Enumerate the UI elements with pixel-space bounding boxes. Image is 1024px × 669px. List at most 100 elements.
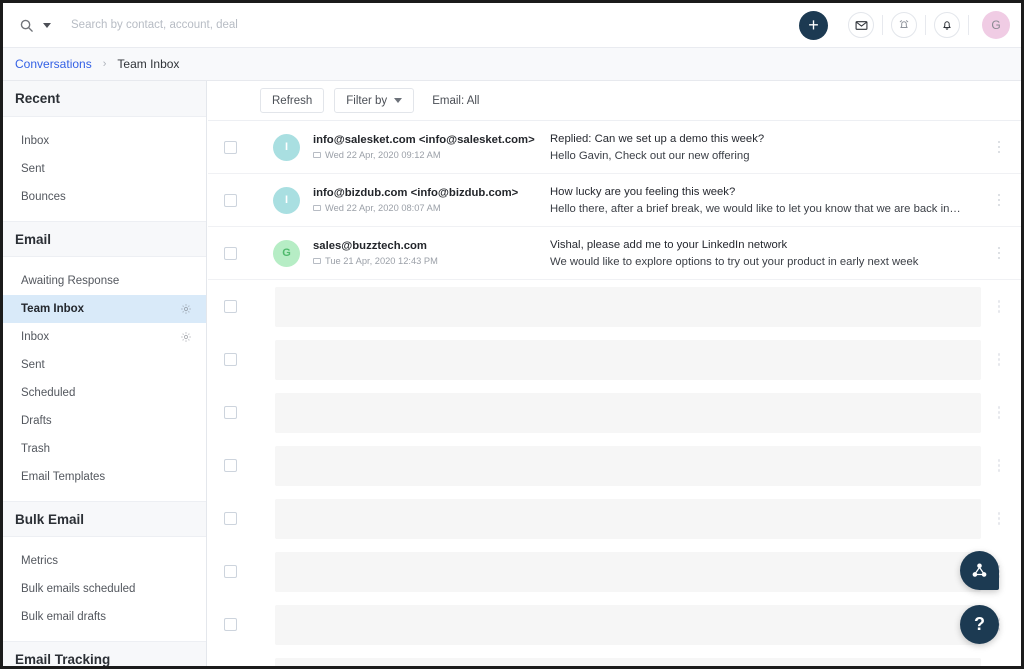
network-nodes-icon xyxy=(970,561,989,580)
global-search[interactable] xyxy=(3,18,799,33)
sidebar-item-inbox[interactable]: Inbox xyxy=(3,323,206,351)
sidebar-item-label: Bounces xyxy=(21,191,66,203)
filter-by-label: Filter by xyxy=(346,95,387,107)
message-column: How lucky are you feeling this week?Hell… xyxy=(550,186,991,215)
dot xyxy=(998,411,1001,414)
sidebar-item-bulk-email-drafts[interactable]: Bulk email drafts xyxy=(3,603,206,631)
notifications-button[interactable] xyxy=(934,12,960,38)
row-menu-button[interactable] xyxy=(991,247,1007,260)
email-row[interactable]: Gsales@buzztech.comTue 21 Apr, 2020 12:4… xyxy=(208,227,1021,280)
row-checkbox[interactable] xyxy=(224,353,237,366)
sidebar-item-label: Metrics xyxy=(21,555,58,567)
email-preview: We would like to explore options to try … xyxy=(550,256,961,268)
breadcrumb-parent-link[interactable]: Conversations xyxy=(15,57,92,71)
search-input[interactable] xyxy=(69,18,489,32)
top-bar: + G xyxy=(3,3,1021,48)
email-preview: Hello Gavin, Check out our new offering xyxy=(550,150,961,162)
dot xyxy=(998,416,1001,419)
row-checkbox[interactable] xyxy=(224,618,237,631)
user-avatar[interactable]: G xyxy=(982,11,1010,39)
skeleton-row xyxy=(208,280,1021,333)
sidebar-item-team-inbox[interactable]: Team Inbox xyxy=(3,295,206,323)
message-column: Replied: Can we set up a demo this week?… xyxy=(550,133,991,162)
chevron-down-icon xyxy=(394,98,402,103)
date-text: Tue 21 Apr, 2020 12:43 PM xyxy=(325,256,438,266)
sender-address: info@salesket.com <info@salesket.com> xyxy=(313,134,538,146)
dot xyxy=(998,459,1001,462)
sidebar-item-bulk-emails-scheduled[interactable]: Bulk emails scheduled xyxy=(3,575,206,603)
sidebar: RecentInboxSentBouncesEmailAwaiting Resp… xyxy=(3,81,207,666)
compose-email-button[interactable] xyxy=(848,12,874,38)
sidebar-item-awaiting-response[interactable]: Awaiting Response xyxy=(3,267,206,295)
row-menu-button[interactable] xyxy=(991,406,1007,419)
sidebar-item-sent[interactable]: Sent xyxy=(3,351,206,379)
sidebar-item-label: Team Inbox xyxy=(21,303,84,315)
dot xyxy=(998,300,1001,303)
row-checkbox[interactable] xyxy=(224,300,237,313)
dot xyxy=(998,469,1001,472)
dot xyxy=(998,305,1001,308)
gear-icon[interactable] xyxy=(180,331,192,343)
breadcrumb: Conversations › Team Inbox xyxy=(3,48,1021,81)
envelope-icon xyxy=(313,152,321,158)
dot xyxy=(998,194,1001,197)
sidebar-spacer xyxy=(3,491,206,501)
row-checkbox[interactable] xyxy=(224,141,237,154)
search-scope-chevron-down-icon[interactable] xyxy=(43,23,51,28)
row-checkbox[interactable] xyxy=(224,459,237,472)
row-menu-button[interactable] xyxy=(991,512,1007,525)
breadcrumb-current: Team Inbox xyxy=(117,57,179,71)
sidebar-item-label: Inbox xyxy=(21,331,49,343)
dot xyxy=(998,151,1001,154)
filter-by-button[interactable]: Filter by xyxy=(334,88,414,113)
row-date: Wed 22 Apr, 2020 09:12 AM xyxy=(313,150,538,160)
row-menu-button[interactable] xyxy=(991,141,1007,154)
row-menu-button[interactable] xyxy=(991,353,1007,366)
row-menu-button[interactable] xyxy=(991,300,1007,313)
chat-widget-button[interactable] xyxy=(960,551,999,590)
email-list: Iinfo@salesket.com <info@salesket.com> We… xyxy=(208,121,1021,666)
dot xyxy=(998,199,1001,202)
dot xyxy=(998,252,1001,255)
sidebar-spacer xyxy=(3,211,206,221)
gear-icon[interactable] xyxy=(180,303,192,315)
row-checkbox[interactable] xyxy=(224,565,237,578)
toolbar-divider xyxy=(882,15,883,35)
email-row[interactable]: Iinfo@salesket.com <info@salesket.com>We… xyxy=(208,121,1021,174)
sidebar-item-trash[interactable]: Trash xyxy=(3,435,206,463)
alarm-button[interactable] xyxy=(891,12,917,38)
help-button[interactable]: ? xyxy=(960,605,999,644)
sidebar-item-inbox[interactable]: Inbox xyxy=(3,127,206,155)
dot xyxy=(998,353,1001,356)
alarm-icon xyxy=(898,19,910,31)
skeleton-row xyxy=(208,598,1021,651)
sender-address: sales@buzztech.com xyxy=(313,240,538,252)
sidebar-item-label: Awaiting Response xyxy=(21,275,119,287)
sidebar-item-label: Scheduled xyxy=(21,387,75,399)
email-subject: Vishal, please add me to your LinkedIn n… xyxy=(550,239,961,251)
dot xyxy=(998,257,1001,260)
sidebar-item-label: Email Templates xyxy=(21,471,105,483)
skeleton-row xyxy=(208,439,1021,492)
sidebar-spacer xyxy=(3,117,206,127)
row-menu-button[interactable] xyxy=(991,194,1007,207)
sidebar-item-label: Inbox xyxy=(21,135,49,147)
email-row[interactable]: Iinfo@bizdub.com <info@bizdub.com>Wed 22… xyxy=(208,174,1021,227)
message-column: Vishal, please add me to your LinkedIn n… xyxy=(550,239,991,268)
sidebar-item-email-templates[interactable]: Email Templates xyxy=(3,463,206,491)
row-menu-button[interactable] xyxy=(991,459,1007,472)
sidebar-item-scheduled[interactable]: Scheduled xyxy=(3,379,206,407)
row-date: Tue 21 Apr, 2020 12:43 PM xyxy=(313,256,538,266)
row-checkbox[interactable] xyxy=(224,406,237,419)
sidebar-item-bounces[interactable]: Bounces xyxy=(3,183,206,211)
sidebar-item-metrics[interactable]: Metrics xyxy=(3,547,206,575)
row-checkbox[interactable] xyxy=(224,247,237,260)
sidebar-item-drafts[interactable]: Drafts xyxy=(3,407,206,435)
refresh-button[interactable]: Refresh xyxy=(260,88,324,113)
sender-avatar: I xyxy=(273,187,300,214)
envelope-icon xyxy=(313,205,321,211)
row-checkbox[interactable] xyxy=(224,194,237,207)
sidebar-item-sent[interactable]: Sent xyxy=(3,155,206,183)
row-checkbox[interactable] xyxy=(224,512,237,525)
add-new-button[interactable]: + xyxy=(799,11,828,40)
